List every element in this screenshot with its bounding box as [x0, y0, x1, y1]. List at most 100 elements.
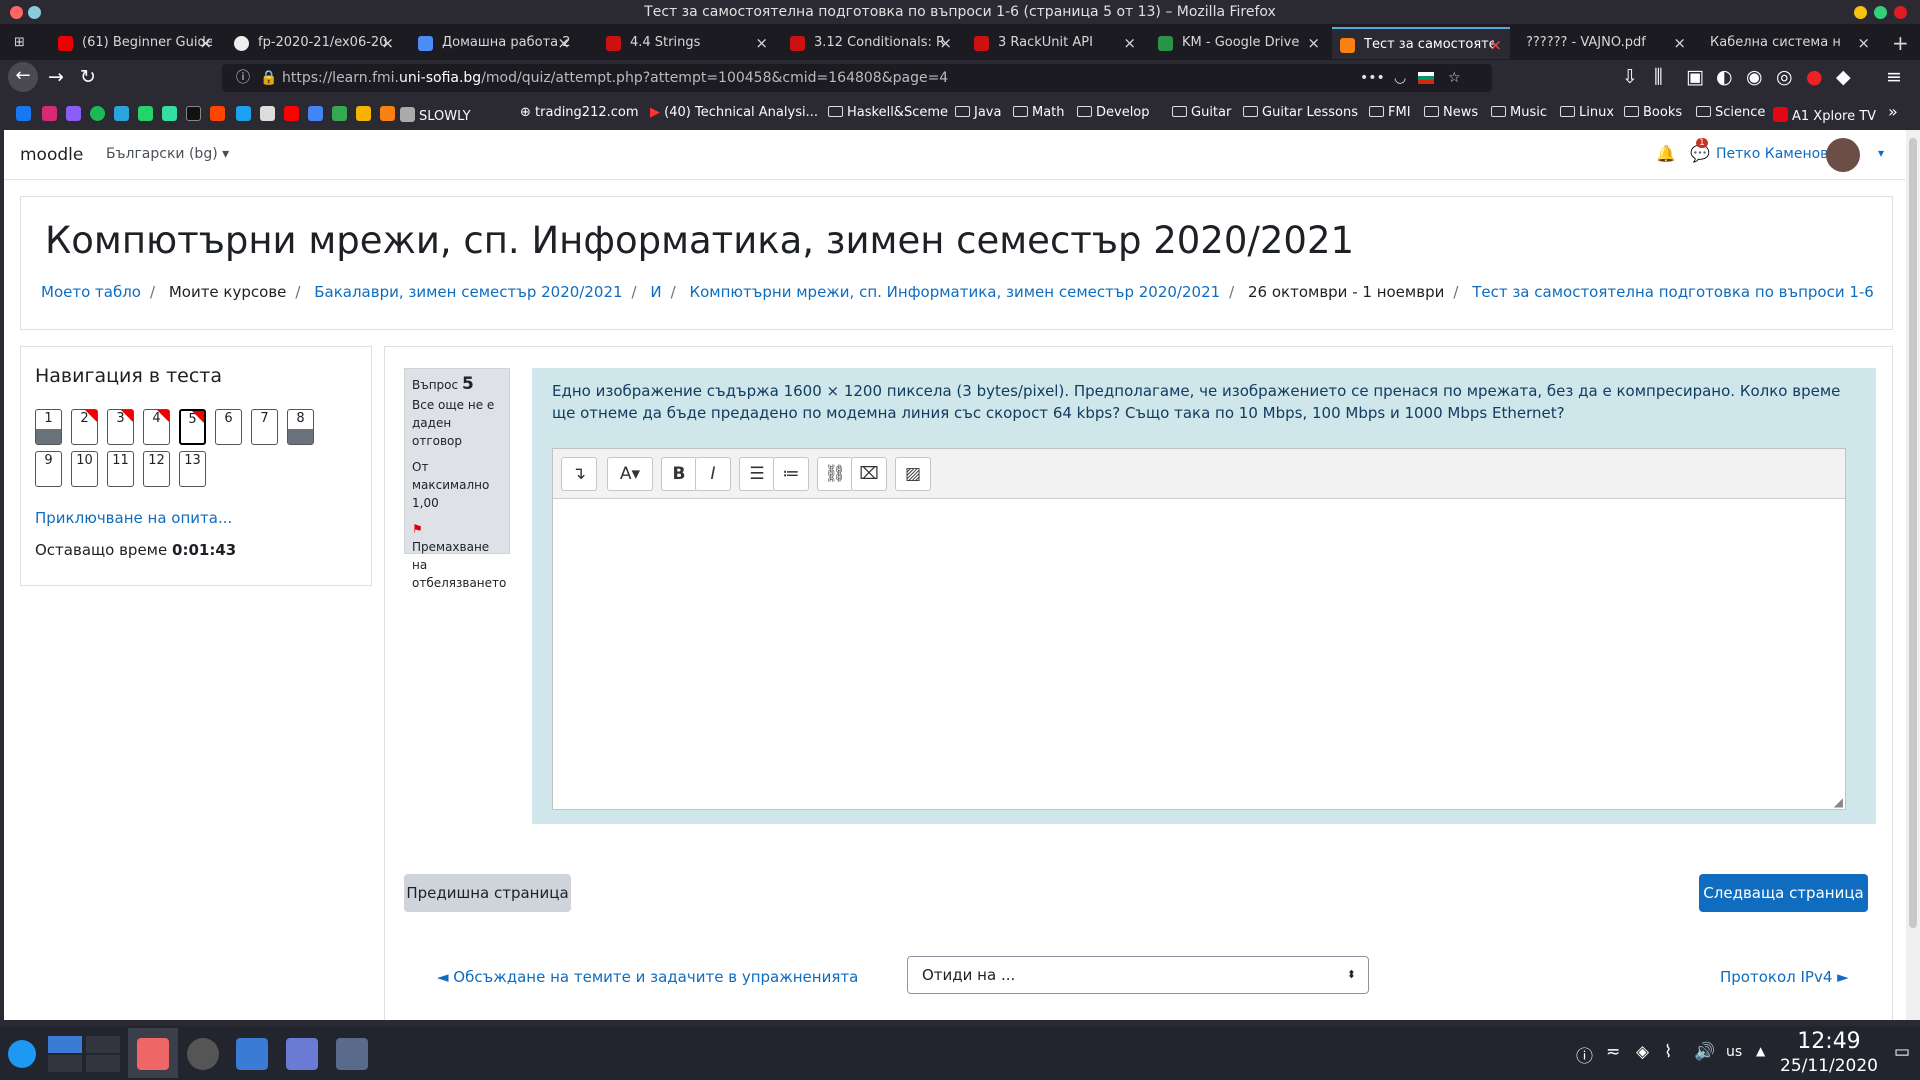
answer-textarea[interactable]: [553, 500, 1845, 809]
bookmark-folder-books[interactable]: Books: [1624, 105, 1682, 120]
bell-icon[interactable]: 🔔: [1656, 144, 1676, 163]
bookmark-technical-analysis[interactable]: ▶ (40) Technical Analysi...: [650, 105, 818, 120]
page-scrollbar[interactable]: [1906, 130, 1920, 1020]
next-page-button[interactable]: Следваща страница: [1699, 874, 1868, 912]
archive-app-icon[interactable]: [336, 1038, 368, 1070]
resize-handle-icon[interactable]: ◢: [1834, 795, 1843, 809]
ublock-icon[interactable]: ●: [1806, 66, 1823, 88]
bookmark-folder-news[interactable]: News: [1424, 105, 1478, 120]
toolbar-toggle-button[interactable]: ↴: [561, 457, 597, 491]
menu-icon[interactable]: ≡: [1886, 66, 1902, 88]
bookmark-a1-xplore[interactable]: A1 Xplore TV: [1773, 105, 1876, 124]
attachment-icon[interactable]: ⌇: [1664, 1042, 1672, 1062]
tab-docs[interactable]: Домашна работа 2 ×: [410, 27, 578, 59]
next-activity-link[interactable]: Протокол IPv4 ►: [1720, 968, 1849, 986]
pager-desktop-4[interactable]: [86, 1055, 120, 1072]
tab-rackunit[interactable]: 3 RackUnit API ×: [966, 27, 1144, 59]
goodreads-icon[interactable]: [260, 106, 275, 121]
minimize-button[interactable]: [1854, 6, 1867, 19]
calendar-icon[interactable]: [308, 106, 323, 121]
moodle-brand[interactable]: moodle: [20, 145, 83, 165]
window-pin-icon[interactable]: [28, 6, 41, 19]
whatsapp-icon[interactable]: [138, 106, 153, 121]
close-tab-icon[interactable]: ×: [1489, 29, 1502, 59]
close-tab-icon[interactable]: ×: [557, 27, 570, 59]
new-tab-button[interactable]: +: [1880, 27, 1920, 59]
breadcrumb-course[interactable]: Компютърни мрежи, сп. Информатика, зимен…: [689, 283, 1220, 301]
twitter-icon[interactable]: [236, 106, 251, 121]
reload-button[interactable]: ↻: [80, 66, 96, 88]
tab-strings[interactable]: 4.4 Strings ×: [598, 27, 776, 59]
quiz-nav-button-12[interactable]: 12: [143, 451, 170, 487]
alert-icon[interactable]: ⓘ: [1576, 1042, 1593, 1067]
breadcrumb-dashboard[interactable]: Моето табло: [41, 283, 141, 301]
keyboard-layout[interactable]: us: [1726, 1044, 1742, 1060]
ordered-list-button[interactable]: ≔: [773, 457, 809, 491]
unflag-question-link[interactable]: ⚑ Премахване на отбелязването: [412, 520, 506, 592]
extension-icon[interactable]: ◆: [1836, 66, 1851, 88]
instagram-icon[interactable]: [42, 106, 57, 121]
previous-page-button[interactable]: Предишна страница: [404, 874, 571, 912]
folder-icon[interactable]: [236, 1038, 268, 1070]
jump-to-select[interactable]: Отиди на ... ⬍: [907, 956, 1369, 994]
close-tab-icon[interactable]: ×: [1673, 27, 1686, 59]
show-desktop-icon[interactable]: ▭: [1894, 1042, 1910, 1062]
quiz-nav-button-3[interactable]: 3: [107, 409, 134, 445]
more-bookmarks-icon[interactable]: »: [1888, 102, 1898, 121]
pager-desktop-3[interactable]: [48, 1055, 82, 1072]
reddit-icon[interactable]: [210, 106, 225, 121]
youtube-icon[interactable]: [284, 106, 299, 121]
download-icon[interactable]: ⇩: [1622, 66, 1638, 88]
user-menu-caret-icon[interactable]: ▾: [1878, 146, 1884, 160]
bookmark-folder-guitar[interactable]: Guitar: [1172, 105, 1231, 120]
keep-icon[interactable]: [356, 106, 371, 121]
unordered-list-button[interactable]: ☰: [739, 457, 775, 491]
breadcrumb-quiz[interactable]: Тест за самостоятелна подготовка по въпр…: [1472, 283, 1874, 301]
terminal-icon[interactable]: [187, 1038, 219, 1070]
app-launcher-icon[interactable]: [8, 1040, 36, 1068]
spotify-icon[interactable]: [90, 106, 105, 121]
scrollbar-thumb[interactable]: [1909, 138, 1917, 928]
pocket-icon[interactable]: ◡: [1394, 64, 1406, 92]
back-button[interactable]: ←: [8, 62, 38, 92]
quiz-nav-button-4[interactable]: 4: [143, 409, 170, 445]
italic-button[interactable]: I: [695, 457, 731, 491]
bookmark-star-icon[interactable]: ☆: [1448, 64, 1461, 92]
quiz-nav-button-13[interactable]: 13: [179, 451, 206, 487]
bookmark-folder-develop[interactable]: Develop: [1077, 105, 1150, 120]
maximize-button[interactable]: [1874, 6, 1887, 19]
bookmark-trading212[interactable]: ⊕ trading212.com: [520, 105, 639, 120]
close-tab-icon[interactable]: ×: [939, 27, 952, 59]
user-name[interactable]: Петко Каменов: [1716, 146, 1828, 162]
breadcrumb-subcategory[interactable]: И: [650, 283, 661, 301]
language-menu[interactable]: Български (bg) ▾: [106, 146, 229, 162]
firefox-view-icon[interactable]: ⊞: [0, 27, 50, 59]
facebook-icon[interactable]: [16, 106, 31, 121]
quiz-nav-button-1[interactable]: 1: [35, 409, 62, 445]
avatar[interactable]: [1826, 138, 1860, 172]
tab-github[interactable]: fp-2020-21/ex06-20 ×: [226, 27, 402, 59]
close-tab-icon[interactable]: ×: [1857, 27, 1870, 59]
bookmark-folder-fmi[interactable]: FMI: [1369, 105, 1411, 120]
close-tab-icon[interactable]: ×: [199, 27, 212, 59]
messenger-icon[interactable]: [66, 106, 81, 121]
insert-image-button[interactable]: ▨: [895, 457, 931, 491]
tray-expand-icon[interactable]: ▲: [1756, 1044, 1765, 1058]
quiz-nav-button-6[interactable]: 6: [215, 409, 242, 445]
close-tab-icon[interactable]: ×: [755, 27, 768, 59]
moodle-icon[interactable]: [380, 106, 395, 121]
previous-activity-link[interactable]: ◄ Обсъждане на темите и задачите в упраж…: [437, 968, 858, 986]
bookmark-folder-linux[interactable]: Linux: [1560, 105, 1614, 120]
library-icon[interactable]: ⫼: [1654, 66, 1663, 88]
chat-icon[interactable]: 💬 1: [1690, 138, 1710, 163]
quiz-nav-button-11[interactable]: 11: [107, 451, 134, 487]
bookmark-folder-math[interactable]: Math: [1013, 105, 1065, 120]
bookmark-slowly[interactable]: SLOWLY: [400, 105, 471, 124]
bulgaria-flag-icon[interactable]: [1418, 72, 1434, 84]
bookmark-folder-java[interactable]: Java: [955, 105, 1001, 120]
tab-youtube[interactable]: (61) Beginner Guide ×: [50, 27, 220, 59]
bookmark-folder-haskell[interactable]: Haskell&Sceme: [828, 105, 948, 120]
pager-desktop-2[interactable]: [86, 1036, 120, 1053]
quiz-nav-button-10[interactable]: 10: [71, 451, 98, 487]
tab-google-drive[interactable]: KM - Google Drive ×: [1150, 27, 1328, 59]
